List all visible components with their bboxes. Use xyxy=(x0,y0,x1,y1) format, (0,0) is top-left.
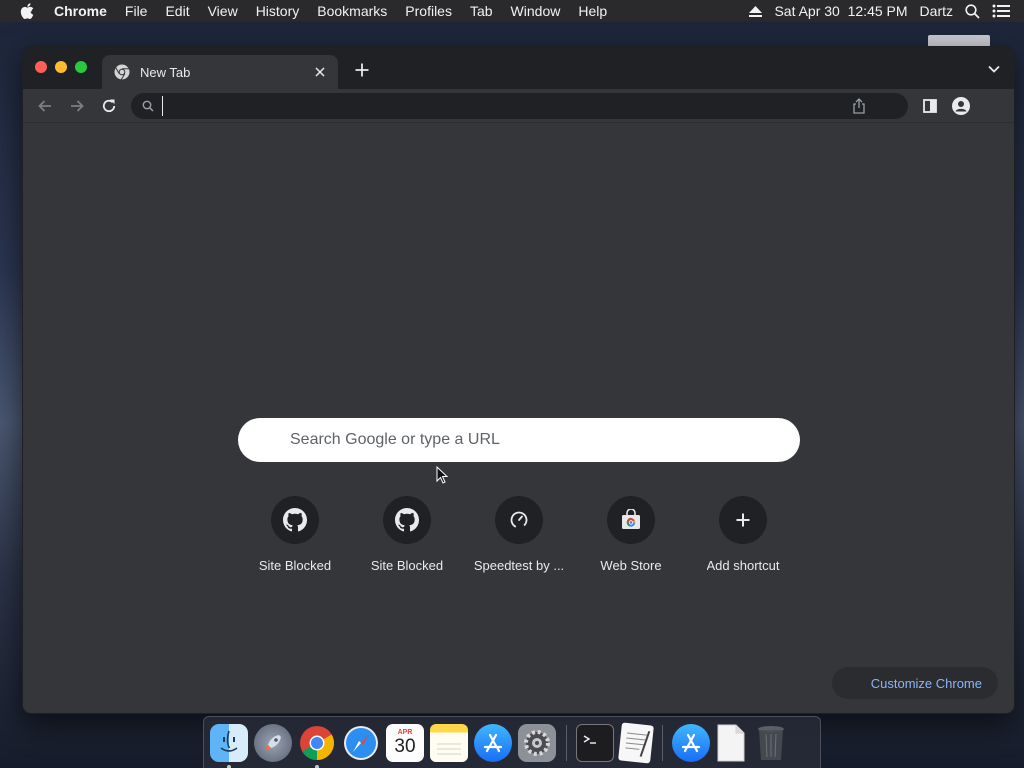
apple-menu-icon[interactable] xyxy=(20,3,34,19)
menu-view[interactable]: View xyxy=(208,3,238,19)
window-controls xyxy=(35,61,87,73)
eject-icon[interactable] xyxy=(749,5,763,17)
chrome-logo-icon xyxy=(300,725,334,760)
menu-bookmarks[interactable]: Bookmarks xyxy=(317,3,387,19)
finder-icon[interactable] xyxy=(210,723,248,768)
search-icon xyxy=(142,100,154,112)
notes-lines-icon xyxy=(437,743,461,754)
forward-arrow-icon[interactable] xyxy=(69,98,85,114)
close-window-button[interactable] xyxy=(35,61,47,73)
system-preferences-icon[interactable] xyxy=(518,723,556,762)
profile-avatar-icon[interactable] xyxy=(952,97,970,115)
reload-icon[interactable] xyxy=(101,98,117,114)
menubar-user[interactable]: Dartz xyxy=(920,3,953,19)
menu-help[interactable]: Help xyxy=(578,3,607,19)
menubar-clock[interactable]: Sat Apr 30 12:45 PM xyxy=(774,3,907,19)
textedit-page-icon xyxy=(625,730,651,757)
dock: APR 30 xyxy=(203,716,821,768)
tab-search-chevron-icon[interactable] xyxy=(988,64,1000,74)
shortcut-label: Web Store xyxy=(600,558,662,573)
menu-profiles[interactable]: Profiles xyxy=(405,3,452,19)
menu-window[interactable]: Window xyxy=(511,3,561,19)
dock-separator xyxy=(662,724,663,761)
app-store-a-icon xyxy=(483,733,503,752)
blank-document-icon xyxy=(717,724,745,761)
menu-file[interactable]: File xyxy=(125,3,148,19)
trash-can-icon xyxy=(758,725,784,760)
new-tab-plus-icon[interactable] xyxy=(354,62,370,78)
textedit-icon[interactable] xyxy=(618,721,654,764)
shortcut-tile[interactable]: Speedtest by ... xyxy=(463,496,575,573)
back-arrow-icon[interactable] xyxy=(37,98,53,114)
shortcut-label: Site Blocked xyxy=(258,558,332,573)
add-shortcut-button[interactable]: Add shortcut xyxy=(687,496,799,573)
dock-separator xyxy=(566,724,567,761)
shortcut-label: Add shortcut xyxy=(706,558,780,573)
launchpad-icon[interactable] xyxy=(254,723,292,762)
plus-icon xyxy=(736,513,750,527)
minimize-window-button[interactable] xyxy=(55,61,67,73)
ntp-search-box[interactable] xyxy=(238,418,800,462)
address-input[interactable] xyxy=(162,96,852,116)
browser-toolbar xyxy=(23,89,1014,123)
running-indicator xyxy=(315,764,319,768)
document-icon[interactable] xyxy=(716,724,746,762)
speedometer-icon xyxy=(510,511,528,529)
calendar-icon[interactable]: APR 30 xyxy=(386,723,424,762)
zoom-window-button[interactable] xyxy=(75,61,87,73)
trash-icon[interactable] xyxy=(752,724,790,762)
safari-compass-icon xyxy=(344,725,378,760)
menu-history[interactable]: History xyxy=(256,3,300,19)
notes-icon[interactable] xyxy=(430,723,468,762)
tab-new-tab[interactable]: New Tab xyxy=(102,55,338,89)
customize-chrome-button[interactable]: Customize Chrome xyxy=(832,667,998,699)
mouse-pointer-icon xyxy=(436,466,448,484)
chrome-window: New Tab Search Google or type a URL Site… xyxy=(22,46,1015,714)
spotlight-search-icon[interactable] xyxy=(965,3,980,19)
terminal-icon[interactable] xyxy=(576,723,614,762)
app-store-icon[interactable] xyxy=(474,723,512,762)
address-bar[interactable] xyxy=(131,93,908,119)
tab-title: New Tab xyxy=(140,64,191,80)
menu-tab[interactable]: Tab xyxy=(470,3,493,19)
shortcut-icon-circle xyxy=(719,496,767,544)
gear-icon xyxy=(524,729,550,756)
github-icon xyxy=(395,508,419,532)
safari-icon[interactable] xyxy=(342,724,380,762)
shortcut-icon-circle xyxy=(383,496,431,544)
close-tab-icon[interactable] xyxy=(312,64,328,80)
web-store-icon xyxy=(622,509,640,529)
app-store-a-icon xyxy=(681,733,701,752)
terminal-prompt-icon xyxy=(583,734,596,744)
shortcut-icon-circle xyxy=(607,496,655,544)
share-icon[interactable] xyxy=(852,98,866,114)
menu-edit[interactable]: Edit xyxy=(165,3,189,19)
side-panel-icon[interactable] xyxy=(922,98,938,114)
shortcut-tile[interactable]: Site Blocked xyxy=(239,496,351,573)
app-store-downloads-icon[interactable] xyxy=(672,723,710,762)
calendar-day: 30 xyxy=(394,735,416,757)
shortcut-tile[interactable]: Web Store xyxy=(575,496,687,573)
shortcut-label: Speedtest by ... xyxy=(473,558,565,573)
shortcut-icon-circle xyxy=(495,496,543,544)
notification-center-icon[interactable] xyxy=(992,4,1010,18)
new-tab-page: Site Blocked Site Blocked Speedtest xyxy=(23,124,1014,713)
running-indicator xyxy=(227,764,231,768)
menu-app-name[interactable]: Chrome xyxy=(54,3,107,19)
finder-face-icon xyxy=(220,730,238,752)
ntp-search-input[interactable] xyxy=(290,431,800,449)
tab-strip: New Tab xyxy=(23,47,1014,89)
chrome-icon[interactable] xyxy=(298,724,336,768)
shortcut-label: Site Blocked xyxy=(370,558,444,573)
chrome-favicon-icon xyxy=(114,64,130,80)
rocket-icon xyxy=(265,734,281,751)
github-icon xyxy=(283,508,307,532)
shortcut-tile[interactable]: Site Blocked xyxy=(351,496,463,573)
shortcut-icon-circle xyxy=(271,496,319,544)
menu-bar: Chrome File Edit View History Bookmarks … xyxy=(0,0,1024,22)
shortcuts-grid: Site Blocked Site Blocked Speedtest by .… xyxy=(239,496,799,573)
